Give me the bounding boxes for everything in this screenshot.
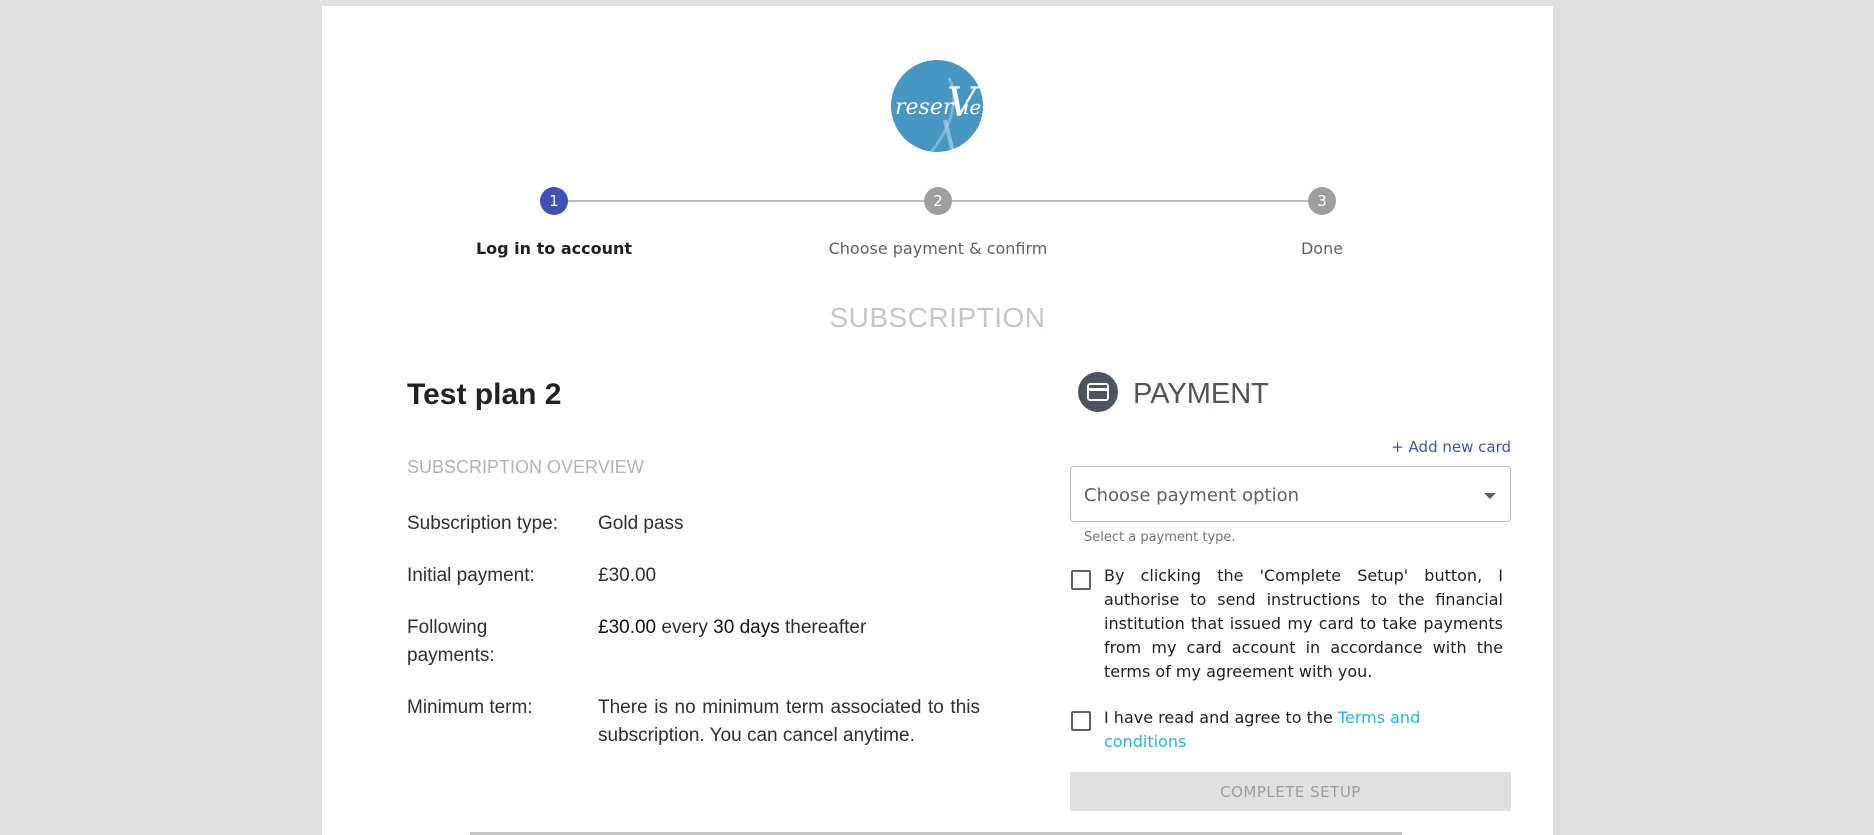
svg-text:ie: ie (963, 95, 981, 119)
terms-checkbox[interactable] (1071, 711, 1091, 731)
step-1-label: Log in to account (475, 239, 633, 258)
step-2-label: Choose payment & confirm (828, 239, 1048, 258)
step-3-circle: 3 (1308, 187, 1336, 215)
add-new-card-link[interactable]: + Add new card (1391, 438, 1511, 456)
payment-select-helper: Select a payment type. (1084, 530, 1236, 545)
payment-option-select[interactable]: Choose payment option (1070, 466, 1511, 522)
initial-payment-value: £30.00 (598, 565, 657, 586)
section-title: SUBSCRIPTION (829, 302, 1046, 333)
payment-option-placeholder: Choose payment option (1084, 485, 1299, 506)
step-3-label: Done (1300, 239, 1344, 258)
following-payments-value: £30.00 every 30 days thereafter (598, 614, 980, 642)
authorise-text: By clicking the 'Complete Setup' button,… (1104, 566, 1503, 681)
reservie-logo: reser V ie (891, 60, 983, 152)
step-2-circle: 2 (924, 187, 952, 215)
minimum-term-label: Minimum term: (407, 697, 533, 718)
terms-text: I have read and agree to the Terms and c… (1104, 706, 1503, 754)
step-connector (952, 200, 1308, 202)
caret-down-icon (1484, 493, 1496, 499)
following-thereafter: thereafter (784, 617, 867, 638)
minimum-term-value: There is no minimum term associated to t… (598, 697, 980, 746)
step-connector (568, 200, 924, 202)
svg-text:reser: reser (895, 95, 955, 120)
following-amount: £30.00 (598, 617, 657, 638)
authorise-checkbox[interactable] (1071, 570, 1091, 590)
following-payments-label: Following payments: (407, 617, 495, 666)
payment-title: PAYMENT (1133, 378, 1269, 410)
credit-card-icon (1078, 372, 1118, 412)
setup-card: reser V ie 1 2 3 Log in to account Choos… (322, 6, 1553, 835)
subscription-type-value: Gold pass (598, 513, 684, 534)
step-1-circle: 1 (540, 187, 568, 215)
following-period: 30 days (713, 617, 780, 638)
terms-prefix: I have read and agree to the (1104, 708, 1333, 727)
overview-heading: SUBSCRIPTION OVERVIEW (407, 457, 644, 477)
following-every: every (661, 617, 708, 638)
subscription-type-label: Subscription type: (407, 513, 559, 534)
complete-setup-button[interactable]: COMPLETE SETUP (1070, 772, 1511, 811)
plan-name: Test plan 2 (407, 378, 562, 411)
initial-payment-label: Initial payment: (407, 565, 535, 586)
